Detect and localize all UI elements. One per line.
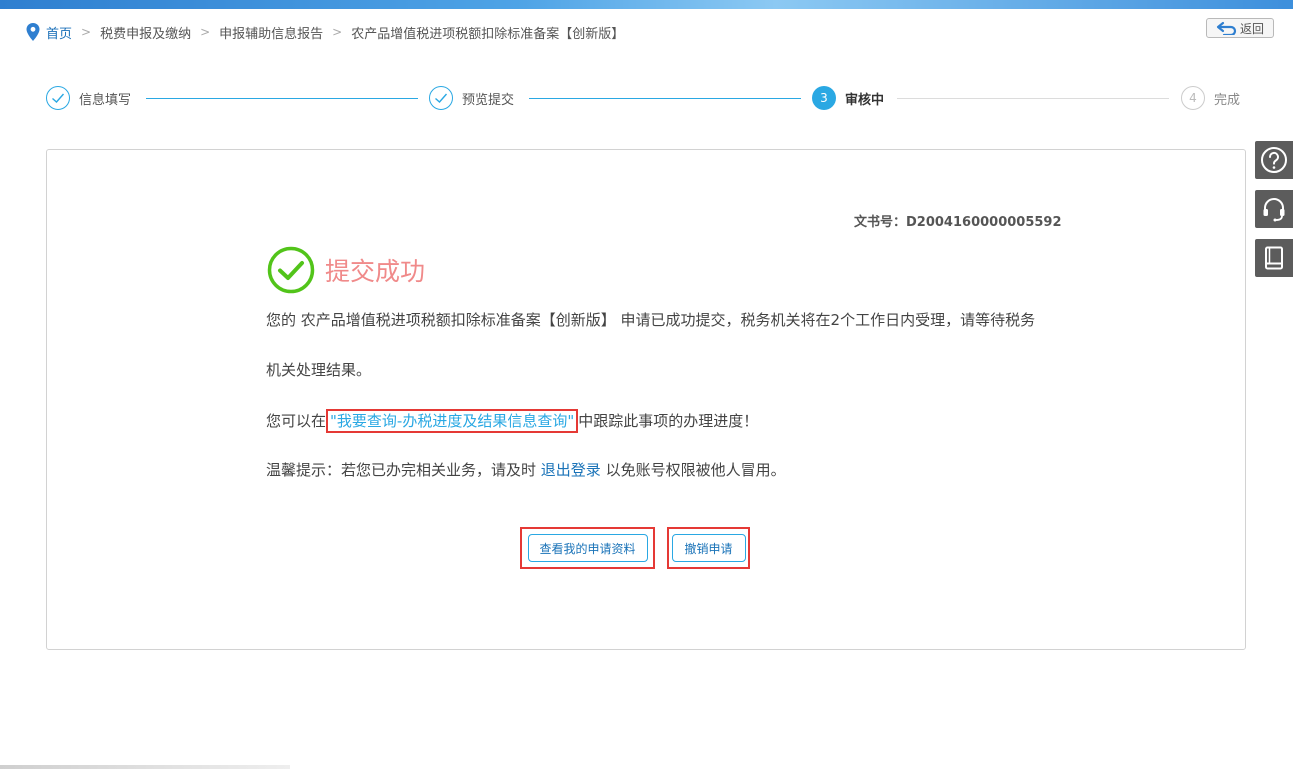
track-progress-text: 您可以在 "我要查询-办税进度及结果信息查询" 中跟踪此事项的办理进度！ [266, 409, 758, 433]
manual-button[interactable] [1255, 239, 1293, 277]
result-card [46, 149, 1246, 650]
breadcrumb-separator: > [332, 25, 343, 39]
customer-service-button[interactable] [1255, 190, 1293, 228]
document-number: 文书号：D2004160000005592 [854, 215, 1062, 230]
breadcrumb-separator: > [200, 25, 211, 39]
breadcrumb-item-current: 农产品增值税进项税额扣除标准备案【创新版】 [351, 26, 625, 42]
help-icon [1261, 147, 1287, 173]
breadcrumb: 首页 > 税费申报及缴纳 > 申报辅助信息报告 > 农产品增值税进项税额扣除标准… [26, 22, 624, 42]
side-toolbar [1255, 141, 1293, 288]
success-title: 提交成功 [325, 257, 426, 286]
breadcrumb-separator: > [81, 25, 92, 39]
help-button[interactable] [1255, 141, 1293, 179]
check-icon [46, 86, 70, 110]
success-check-icon [267, 246, 315, 294]
track-suffix: 中跟踪此事项的办理进度！ [578, 412, 759, 430]
bottom-scrollbar[interactable] [0, 765, 290, 769]
breadcrumb-item-aux-report[interactable]: 申报辅助信息报告 [219, 23, 323, 42]
progress-steps: 信息填写 预览提交 3 审核中 4 完成 [0, 84, 1293, 112]
cancel-application-button[interactable]: 撤销申请 [671, 534, 746, 562]
warm-tip-text: 温馨提示：若您已办完相关业务，请及时 退出登录 以免账号权限被他人冒用。 [266, 459, 786, 480]
step-number: 4 [1181, 86, 1205, 110]
check-icon [429, 86, 453, 110]
manual-book-icon [1265, 246, 1283, 270]
step-label: 审核中 [845, 92, 885, 108]
breadcrumb-home[interactable]: 首页 [46, 23, 72, 42]
tip-prefix: 温馨提示：若您已办完相关业务，请及时 [266, 461, 541, 479]
view-materials-highlight: 查看我的申请资料 [520, 527, 655, 569]
step-reviewing: 3 审核中 [812, 84, 884, 112]
step-connector [529, 98, 801, 99]
breadcrumb-item-tax-filing[interactable]: 税费申报及缴纳 [100, 23, 191, 42]
step-label: 预览提交 [462, 92, 515, 108]
logout-link[interactable]: 退出登录 [541, 461, 601, 479]
back-button[interactable]: 返回 [1206, 18, 1274, 38]
return-arrow-icon [1216, 21, 1237, 35]
tip-suffix: 以免账号权限被他人冒用。 [600, 461, 786, 479]
step-label: 信息填写 [79, 92, 132, 108]
step-number: 3 [812, 86, 836, 110]
location-pin-icon [26, 23, 40, 41]
step-label: 完成 [1214, 92, 1241, 108]
step-connector [897, 98, 1169, 99]
step-preview-submit: 预览提交 [429, 84, 514, 112]
step-complete: 4 完成 [1181, 84, 1240, 112]
step-connector [146, 98, 418, 99]
customer-service-icon [1263, 198, 1285, 222]
message-line-1: 您的 农产品增值税进项税额扣除标准备案【创新版】 申请已成功提交，税务机关将在2… [266, 311, 1036, 329]
message-line-2: 机关处理结果。 [266, 361, 372, 379]
view-materials-button[interactable]: 查看我的申请资料 [527, 534, 648, 562]
progress-query-link[interactable]: "我要查询-办税进度及结果信息查询" [326, 409, 579, 433]
step-info-fill: 信息填写 [46, 84, 131, 112]
back-button-label: 返回 [1239, 21, 1264, 36]
cancel-application-highlight: 撤销申请 [667, 527, 750, 569]
top-banner [0, 0, 1293, 9]
track-prefix: 您可以在 [266, 412, 327, 430]
